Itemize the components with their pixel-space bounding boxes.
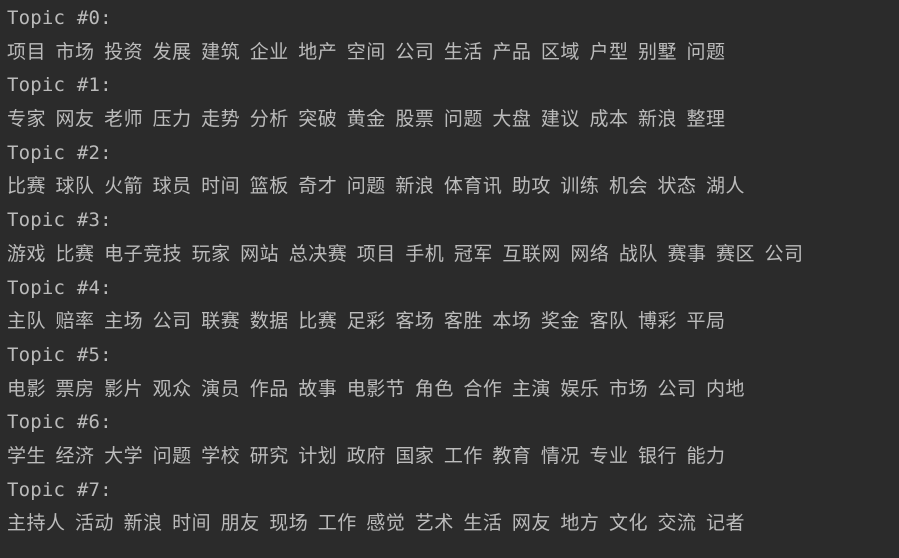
topic-5-words: 电影 票房 影片 观众 演员 作品 故事 电影节 角色 合作 主演 娱乐 市场 … [7,377,746,400]
topic-7-header: Topic #7: [7,478,112,501]
console-output: Topic #0: 项目 市场 投资 发展 建筑 企业 地产 空间 公司 生活 … [0,2,899,558]
topic-3-header: Topic #3: [7,209,112,232]
topic-2-words: 比赛 球队 火箭 球员 时间 篮板 奇才 问题 新浪 体育讯 助攻 训练 机会 … [7,175,746,198]
topic-0-words: 项目 市场 投资 发展 建筑 企业 地产 空间 公司 生活 产品 区域 户型 别… [7,40,726,63]
topic-6-header: Topic #6: [7,411,112,434]
topic-6-words: 学生 经济 大学 问题 学校 研究 计划 政府 国家 工作 教育 情况 专业 银… [7,444,726,467]
topic-1-header: Topic #1: [7,74,112,97]
topic-4-header: Topic #4: [7,276,112,299]
topic-1-words: 专家 网友 老师 压力 走势 分析 突破 黄金 股票 问题 大盘 建议 成本 新… [7,108,726,131]
topic-0-header: Topic #0: [7,7,112,29]
topic-3-words: 游戏 比赛 电子竞技 玩家 网站 总决赛 项目 手机 冠军 互联网 网络 战队 … [7,242,804,265]
topic-7-words: 主持人 活动 新浪 时间 朋友 现场 工作 感觉 艺术 生活 网友 地方 文化 … [7,512,746,535]
topic-4-words: 主队 赔率 主场 公司 联赛 数据 比赛 足彩 客场 客胜 本场 奖金 客队 博… [7,310,726,333]
topic-2-header: Topic #2: [7,141,112,164]
topic-5-header: Topic #5: [7,343,112,366]
